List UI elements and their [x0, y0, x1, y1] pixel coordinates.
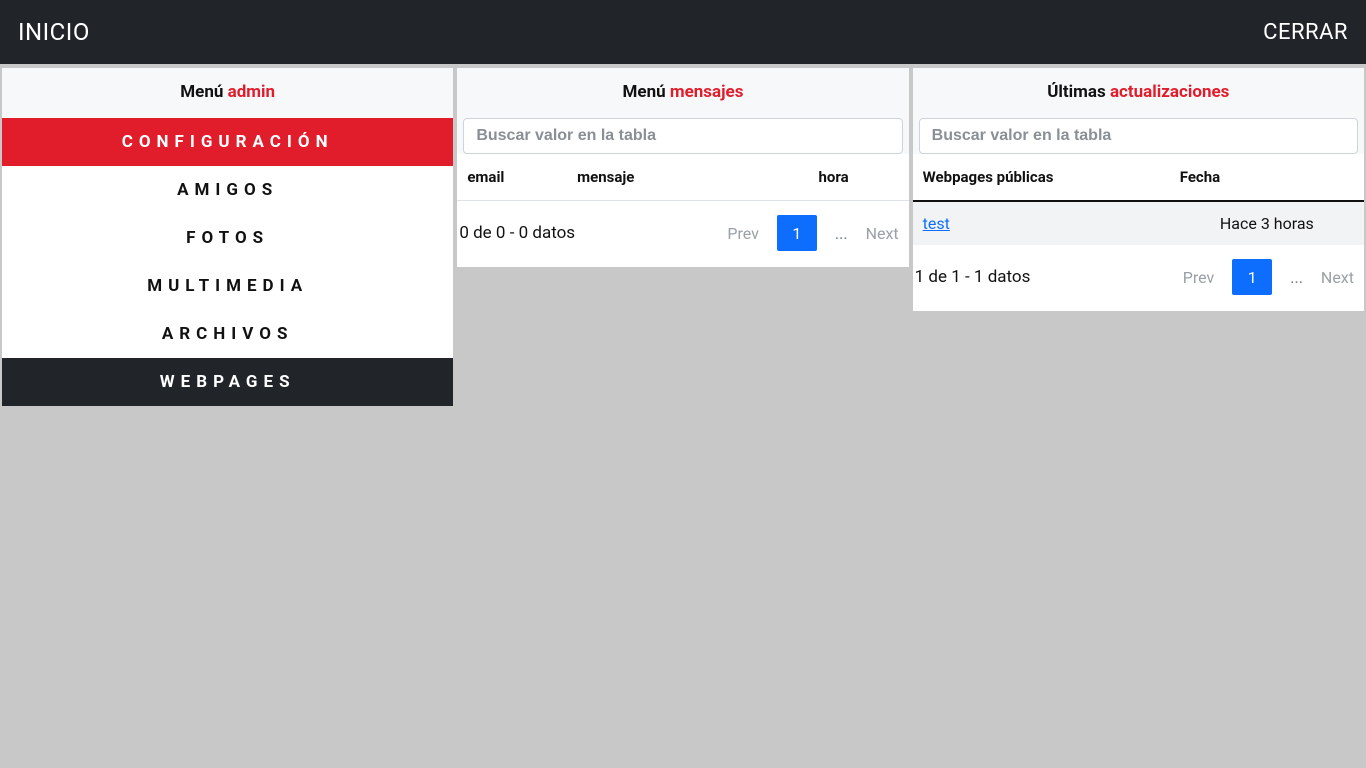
sidebar-title-accent: admin: [228, 82, 275, 102]
updates-panel: Últimas actualizaciones Webpages pública…: [913, 68, 1364, 311]
topbar: INICIO CERRAR: [0, 0, 1366, 64]
messages-summary: 0 de 0 - 0 datos: [459, 223, 575, 243]
messages-prev-button[interactable]: Prev: [727, 224, 759, 243]
close-link[interactable]: CERRAR: [1263, 20, 1348, 45]
updates-row-link[interactable]: test: [923, 214, 950, 233]
sidebar-item-webpages[interactable]: WEBPAGES: [2, 358, 453, 406]
updates-search-wrap: [913, 118, 1364, 154]
home-link[interactable]: INICIO: [18, 18, 90, 46]
messages-col-email[interactable]: email: [457, 154, 567, 201]
updates-search-input[interactable]: [919, 118, 1358, 154]
messages-search-wrap: [457, 118, 908, 154]
updates-table: Webpages públicas Fecha test Hace 3 hora…: [913, 154, 1364, 245]
messages-panel: Menú mensajes email mensaje hora 0 de 0 …: [457, 68, 908, 267]
sidebar-item-fotos[interactable]: FOTOS: [2, 214, 453, 262]
updates-pager-dots: ...: [1290, 268, 1303, 287]
updates-summary: 1 de 1 - 1 datos: [915, 267, 1031, 287]
messages-table: email mensaje hora: [457, 154, 908, 201]
sidebar-menu: CONFIGURACIÓN AMIGOS FOTOS MULTIMEDIA AR…: [2, 118, 453, 406]
messages-footer: 0 de 0 - 0 datos Prev 1 ... Next: [457, 201, 908, 267]
messages-title: Menú mensajes: [457, 68, 908, 118]
updates-prev-button[interactable]: Prev: [1183, 268, 1215, 287]
updates-title: Últimas actualizaciones: [913, 68, 1364, 118]
sidebar-panel: Menú admin CONFIGURACIÓN AMIGOS FOTOS MU…: [2, 68, 453, 406]
updates-pager: Prev 1 ... Next: [1183, 259, 1354, 295]
messages-pager: Prev 1 ... Next: [727, 215, 898, 251]
sidebar-title-prefix: Menú: [180, 82, 227, 102]
sidebar-item-configuracion[interactable]: CONFIGURACIÓN: [2, 118, 453, 166]
messages-next-button[interactable]: Next: [866, 224, 899, 243]
updates-page-current[interactable]: 1: [1232, 259, 1272, 295]
table-row: test Hace 3 horas: [913, 201, 1364, 245]
sidebar-item-multimedia[interactable]: MULTIMEDIA: [2, 262, 453, 310]
updates-row-date: Hace 3 horas: [1170, 201, 1364, 245]
panels: Menú admin CONFIGURACIÓN AMIGOS FOTOS MU…: [0, 64, 1366, 406]
updates-footer: 1 de 1 - 1 datos Prev 1 ... Next: [913, 245, 1364, 311]
messages-col-mensaje[interactable]: mensaje: [567, 154, 716, 201]
updates-title-accent: actualizaciones: [1110, 82, 1229, 102]
sidebar-title: Menú admin: [2, 68, 453, 118]
sidebar-item-amigos[interactable]: AMIGOS: [2, 166, 453, 214]
messages-pager-dots: ...: [835, 224, 848, 243]
updates-col-date[interactable]: Fecha: [1170, 154, 1364, 201]
sidebar-item-archivos[interactable]: ARCHIVOS: [2, 310, 453, 358]
updates-col-name[interactable]: Webpages públicas: [913, 154, 1170, 201]
messages-search-input[interactable]: [463, 118, 902, 154]
messages-title-accent: mensajes: [670, 82, 744, 102]
updates-next-button[interactable]: Next: [1321, 268, 1354, 287]
updates-title-prefix: Últimas: [1047, 82, 1110, 102]
messages-title-prefix: Menú: [623, 82, 670, 102]
messages-col-hora[interactable]: hora: [716, 154, 909, 201]
messages-page-current[interactable]: 1: [777, 215, 817, 251]
